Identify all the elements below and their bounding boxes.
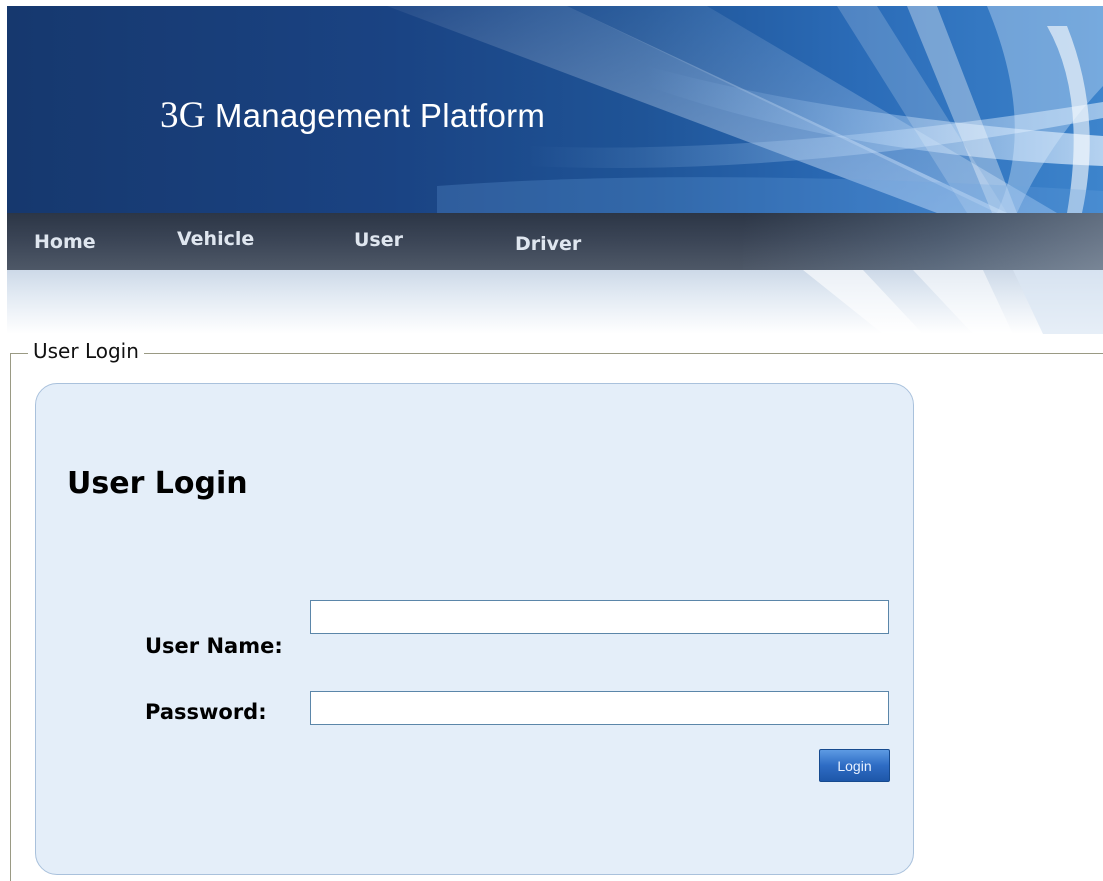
app-title: 3G Management Platform bbox=[160, 94, 545, 137]
username-label: User Name: bbox=[145, 634, 283, 658]
password-label: Password: bbox=[145, 700, 267, 724]
header-fade-strip bbox=[7, 270, 1103, 334]
username-input[interactable] bbox=[310, 600, 889, 634]
header-banner: 3G Management Platform bbox=[7, 6, 1103, 213]
main-nav: Home Vehicle User Driver bbox=[7, 213, 1103, 270]
password-input[interactable] bbox=[310, 691, 889, 725]
nav-item-driver[interactable]: Driver bbox=[515, 233, 581, 255]
nav-item-vehicle[interactable]: Vehicle bbox=[177, 228, 254, 250]
login-heading: User Login bbox=[67, 466, 248, 501]
app-title-text: Management Platform bbox=[214, 97, 546, 134]
nav-item-user[interactable]: User bbox=[354, 229, 403, 251]
fieldset-legend: User Login bbox=[28, 339, 144, 363]
nav-light-streak bbox=[743, 213, 1103, 270]
app-title-prefix: 3G bbox=[160, 95, 206, 136]
fade-strip-art bbox=[803, 270, 1103, 334]
login-button[interactable]: Login bbox=[819, 749, 890, 782]
nav-item-home[interactable]: Home bbox=[34, 231, 96, 253]
